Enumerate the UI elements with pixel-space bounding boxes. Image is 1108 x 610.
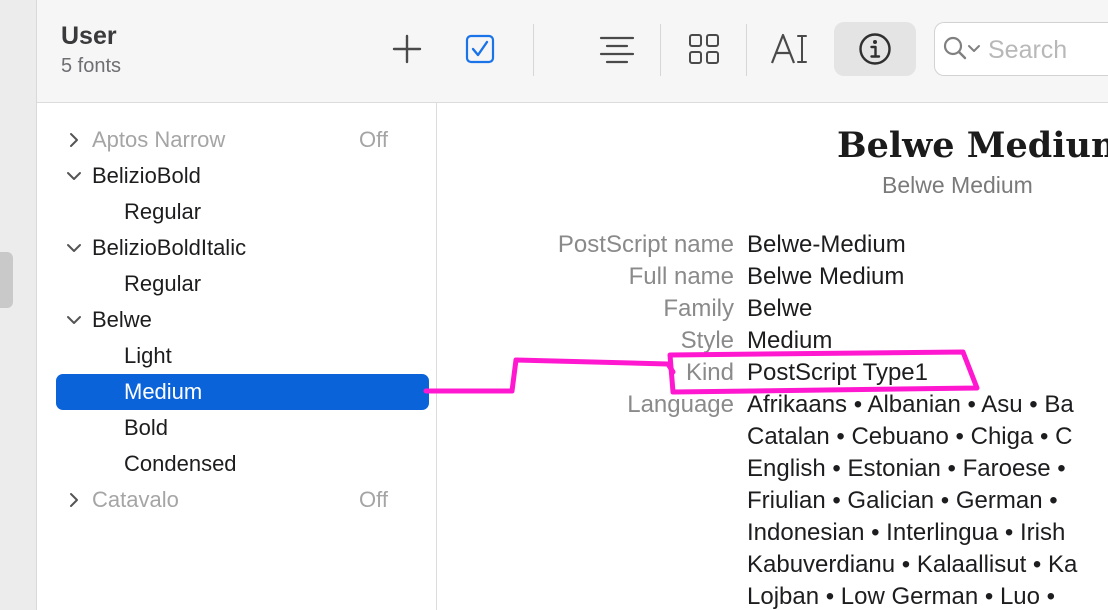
info-button[interactable] [834,22,916,76]
face-label: Regular [124,199,202,224]
search-field[interactable]: Search [934,22,1108,76]
family-label: Family [663,295,734,322]
kind-label: Kind [685,359,734,386]
language-line: Catalan • Cebuano • Chiga • C [747,423,1073,450]
toolbar-separator [660,24,661,76]
checkbox-icon [465,34,495,64]
status-label: Off [359,127,388,152]
language-line: Friulian • Galician • German • [747,487,1058,514]
face-row[interactable]: Bold [37,411,436,445]
face-row[interactable]: Regular [37,267,436,301]
family-row-beliziobold[interactable]: BelizioBold [37,159,436,193]
face-row[interactable]: Condensed [37,447,436,481]
family-label: BelizioBold [92,163,201,188]
language-label: Language [627,391,734,418]
language-line: Afrikaans • Albanian • Asu • Ba [747,391,1074,418]
add-button[interactable] [383,24,431,74]
selection-highlight [56,374,429,410]
face-row[interactable]: Regular [37,195,436,229]
custom-text-button[interactable] [765,24,813,74]
status-label: Off [359,487,388,512]
face-label: Regular [124,271,202,296]
full-name-label: Full name [628,263,734,290]
family-row-belwe[interactable]: Belwe [37,303,436,337]
window-edge [0,0,37,610]
grid-view-button[interactable] [680,24,728,74]
chevron-down-icon[interactable] [65,167,83,185]
font-list: Aptos Narrow Off BelizioBold Regular Bel… [37,103,436,610]
align-center-icon [599,36,635,64]
enable-font-button[interactable] [456,24,504,74]
preview-lines-button[interactable] [593,24,641,74]
style-value: Medium [747,327,833,354]
language-line: Lojban • Low German • Luo • [747,583,1056,610]
language-line: English • Estonian • Faroese • [747,455,1066,482]
family-label: Catavalo [92,487,179,512]
toolbar-separator [746,24,747,76]
full-name-value: Belwe Medium [747,263,905,290]
family-row-beliziobolditalic[interactable]: BelizioBoldItalic [37,231,436,265]
chevron-down-icon[interactable] [65,239,83,257]
toolbar: User 5 fonts Search [37,0,1108,103]
font-info-panel: Belwe Medium Belwe Medium PostScript nam… [437,103,1108,610]
face-label: Condensed [124,451,237,476]
add-icon [392,34,422,64]
face-label: Light [124,343,172,368]
style-label: Style [680,327,734,354]
family-row-catavalo[interactable]: Catavalo Off [37,483,436,517]
search-icon [943,36,980,60]
language-line: Kabuverdianu • Kalaallisut • Ka [747,551,1078,578]
collection-title: User [61,22,117,50]
family-value: Belwe [747,295,813,322]
search-input[interactable]: Search [988,36,1067,65]
resize-handle[interactable] [0,252,13,308]
chevron-down-icon[interactable] [65,311,83,329]
family-label: Aptos Narrow [92,127,226,152]
grid-icon [689,34,719,64]
face-row-selected[interactable]: Medium [37,374,436,410]
font-count: 5 fonts [61,55,122,77]
face-row[interactable]: Light [37,339,436,373]
postscript-name-value: Belwe-Medium [747,231,906,258]
family-label: Belwe [92,307,152,332]
toolbar-separator [533,24,534,76]
font-name-title: Belwe Medium [837,125,1108,166]
font-name-subtitle: Belwe Medium [882,172,1033,198]
info-icon [859,33,891,65]
family-label: BelizioBoldItalic [92,235,247,260]
language-line: Indonesian • Interlingua • Irish [747,519,1066,546]
family-row-aptos-narrow[interactable]: Aptos Narrow Off [37,123,436,157]
kind-value: PostScript Type1 [747,359,928,386]
postscript-name-label: PostScript name [557,231,734,258]
chevron-right-icon[interactable] [65,491,83,509]
chevron-right-icon[interactable] [65,131,83,149]
face-label: Bold [124,415,169,440]
face-label: Medium [124,379,203,404]
text-sample-icon [770,33,807,64]
